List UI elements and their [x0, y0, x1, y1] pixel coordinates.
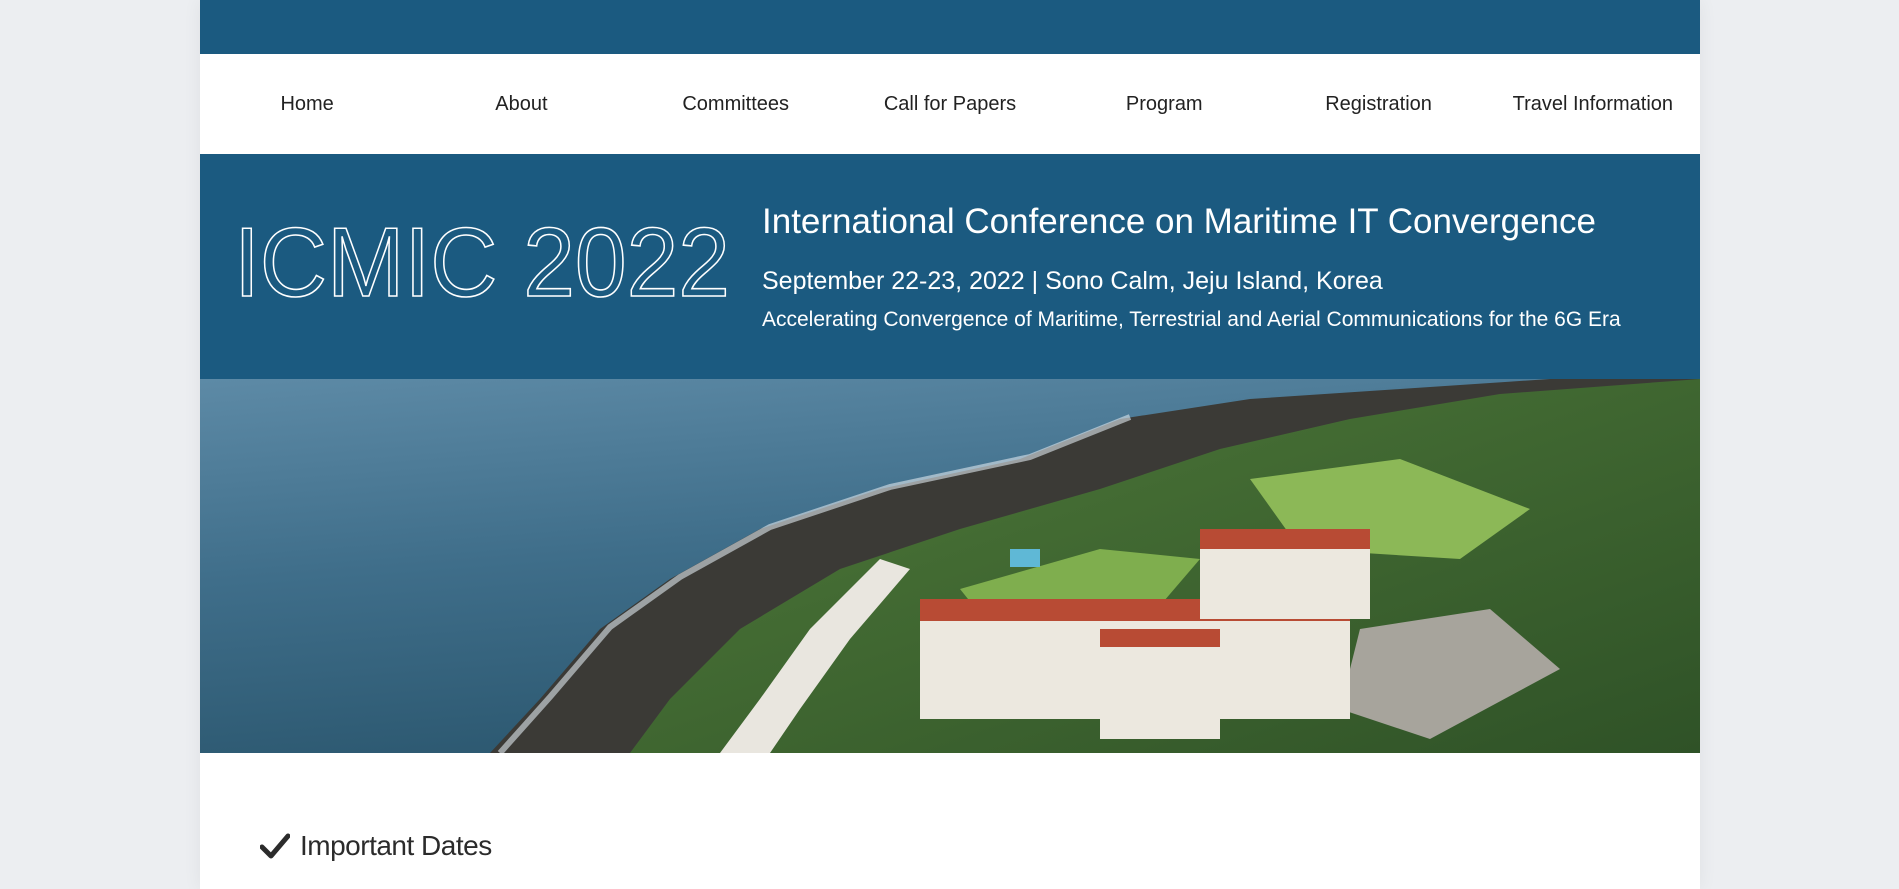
conference-banner: ICMIC 2022 International Conference on M… [200, 154, 1700, 379]
logo-text: ICMIC 2022 [234, 207, 730, 312]
check-icon [260, 833, 290, 859]
top-header-bar [200, 0, 1700, 54]
conference-title: International Conference on Maritime IT … [762, 202, 1596, 241]
section-title: Important Dates [300, 830, 492, 861]
conference-date-location: September 22-23, 2022 | Sono Calm, Jeju … [762, 267, 1383, 295]
nav-item-home[interactable]: Home [200, 93, 414, 116]
nav-item-registration[interactable]: Registration [1271, 93, 1485, 116]
important-dates-heading: Important Dates [260, 830, 492, 862]
conference-tagline: Accelerating Convergence of Maritime, Te… [762, 308, 1621, 331]
nav-item-program[interactable]: Program [1057, 93, 1271, 116]
nav-item-committees[interactable]: Committees [629, 93, 843, 116]
aerial-coast-photo [200, 379, 1700, 753]
conference-logo: ICMIC 2022 [233, 206, 731, 312]
nav-item-about[interactable]: About [414, 93, 628, 116]
page-container: Home About Committees Call for Papers Pr… [200, 0, 1700, 889]
nav-item-travel-information[interactable]: Travel Information [1486, 93, 1700, 116]
main-navigation: Home About Committees Call for Papers Pr… [200, 54, 1700, 154]
hero-image [200, 379, 1700, 753]
nav-item-call-for-papers[interactable]: Call for Papers [843, 93, 1057, 116]
